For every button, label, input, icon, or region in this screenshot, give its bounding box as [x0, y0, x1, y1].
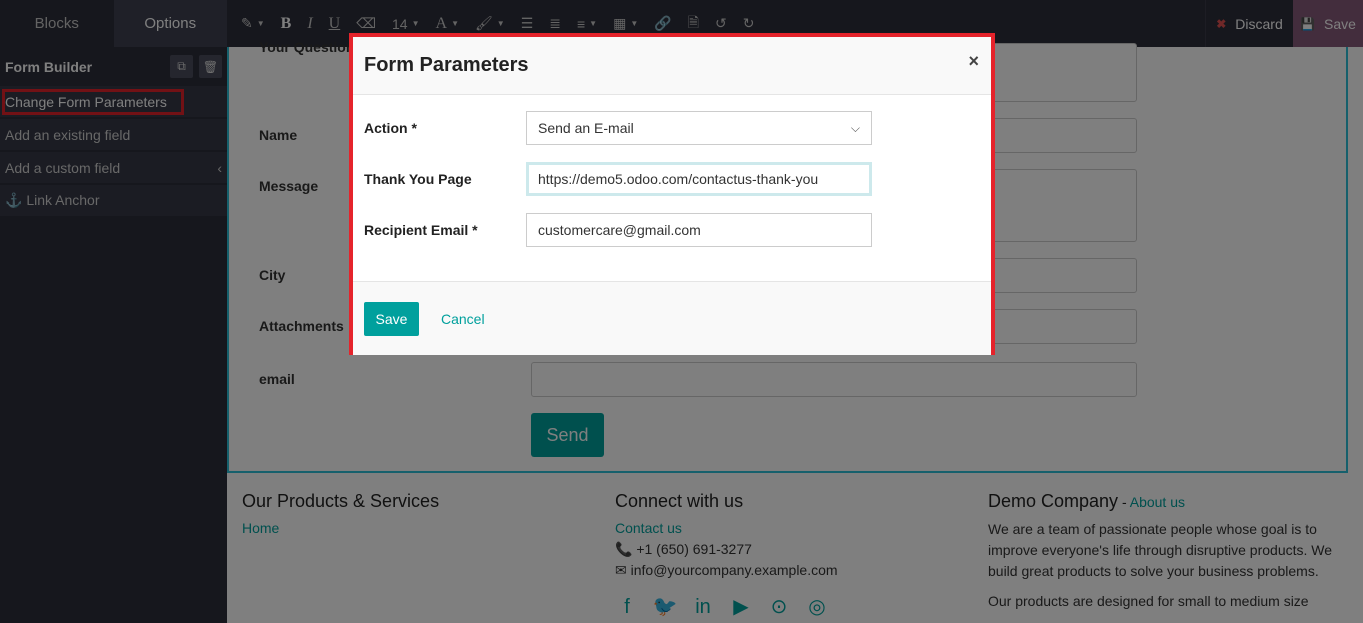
- modal-footer: Save Cancel: [353, 281, 991, 355]
- action-select[interactable]: Send an E-mail ⌵: [526, 111, 872, 145]
- form-parameters-modal: Form Parameters × Action * Send an E-mai…: [349, 33, 995, 355]
- close-icon[interactable]: ×: [968, 51, 979, 72]
- action-label: Action *: [364, 120, 417, 136]
- recipient-email-value: customercare@gmail.com: [538, 222, 701, 238]
- modal-header: Form Parameters ×: [353, 37, 991, 95]
- modal-title: Form Parameters: [364, 54, 529, 76]
- thank-you-input[interactable]: https://demo5.odoo.com/contactus-thank-y…: [526, 162, 872, 196]
- recipient-row: Recipient Email * customercare@gmail.com: [364, 213, 974, 247]
- thank-you-row: Thank You Page https://demo5.odoo.com/co…: [364, 162, 974, 196]
- chevron-down-icon: ⌵: [850, 120, 860, 135]
- modal-save-button[interactable]: Save: [364, 301, 419, 336]
- modal-cancel-button[interactable]: Cancel: [441, 311, 485, 327]
- thank-you-label: Thank You Page: [364, 171, 472, 187]
- recipient-email-input[interactable]: customercare@gmail.com: [526, 213, 872, 247]
- action-row: Action * Send an E-mail ⌵: [364, 111, 974, 145]
- action-value: Send an E-mail: [538, 120, 634, 136]
- modal-body: Action * Send an E-mail ⌵ Thank You Page…: [353, 95, 991, 281]
- thank-you-value: https://demo5.odoo.com/contactus-thank-y…: [538, 171, 819, 187]
- recipient-label: Recipient Email *: [364, 222, 478, 238]
